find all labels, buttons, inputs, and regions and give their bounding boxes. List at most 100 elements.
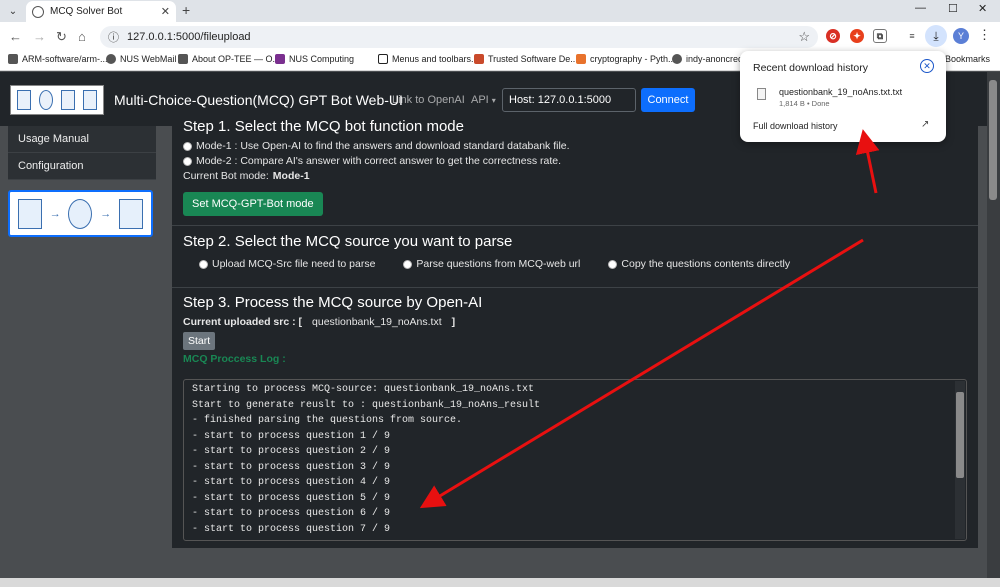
mode2-option[interactable]: Mode-2 : Compare AI's answer with correc… xyxy=(183,155,967,167)
app-logo[interactable] xyxy=(10,85,104,115)
log-line: - start to process question 4 / 9 xyxy=(192,477,391,488)
source-copy-option[interactable]: Copy the questions contents directly xyxy=(608,258,790,270)
bookmark-item[interactable]: NUS Computing xyxy=(275,54,354,64)
log-line: - start to process question 1 / 9 xyxy=(192,430,391,442)
caret-down-icon: ▾ xyxy=(491,96,496,105)
github-icon xyxy=(672,54,682,64)
step2-section: Step 2. Select the MCQ source you want t… xyxy=(172,226,978,288)
open-external-icon[interactable]: ↗ xyxy=(921,119,929,130)
page-scroll-thumb[interactable] xyxy=(989,80,997,200)
url-text: 127.0.0.1:5000/fileupload xyxy=(127,31,251,43)
site-favicon-icon xyxy=(32,5,44,18)
bookmark-item[interactable]: Trusted Software De... xyxy=(474,54,578,64)
bookmark-item[interactable]: NUS WebMail xyxy=(106,54,176,64)
browser-menu-icon[interactable]: ⋮ xyxy=(978,27,991,43)
forward-icon[interactable]: → xyxy=(33,29,46,44)
full-download-history-link[interactable]: Full download history xyxy=(753,121,838,131)
back-icon[interactable]: ← xyxy=(9,29,22,44)
extension-bolt-icon[interactable]: ✦ xyxy=(850,29,864,43)
close-popup-icon[interactable]: ✕ xyxy=(920,59,934,73)
reload-icon[interactable]: ↻ xyxy=(56,29,67,45)
tab-title: MCQ Solver Bot xyxy=(50,6,123,17)
source-copy-radio[interactable] xyxy=(608,259,618,269)
nav-link-openai[interactable]: Link to OpenAI xyxy=(392,94,465,106)
mode2-radio[interactable] xyxy=(183,156,192,166)
page-icon xyxy=(378,54,388,64)
logo-answers-icon xyxy=(61,90,75,110)
logo-bot-icon xyxy=(39,90,53,110)
current-src-value: questionbank_19_noAns.txt xyxy=(312,316,442,328)
log-line: - start to process question 5 / 9 xyxy=(192,492,391,504)
home-icon[interactable]: ⌂ xyxy=(78,29,86,44)
all-bookmarks[interactable]: Bookmarks xyxy=(945,54,990,64)
github-icon xyxy=(8,54,18,64)
close-window-icon[interactable]: ✕ xyxy=(978,2,987,15)
log-line: Start to generate reuslt to : questionba… xyxy=(192,399,541,411)
log-line: - finished parsing the questions from so… xyxy=(192,415,463,426)
site-info-icon[interactable]: ⓘ xyxy=(108,29,119,45)
browser-tab[interactable]: MCQ Solver Bot ✕ xyxy=(26,1,176,22)
process-log[interactable]: Starting to process MCQ-source: question… xyxy=(183,379,967,541)
nav-dropdown-api[interactable]: API ▾ xyxy=(471,94,496,106)
mode1-radio[interactable] xyxy=(183,141,192,151)
step3-title: Step 3. Process the MCQ source by Open-A… xyxy=(183,294,483,311)
log-line: - start to process question 6 / 9 xyxy=(192,508,391,519)
start-button[interactable]: Start xyxy=(183,332,216,350)
logo-test-sheet-icon xyxy=(17,90,31,110)
log-title: MCQ Proccess Log : xyxy=(183,353,286,365)
log-line: Starting to process MCQ-source: question… xyxy=(192,384,535,395)
log-line: - start to process question 2 / 9 xyxy=(192,446,391,457)
bookmark-item[interactable]: About OP-TEE — O... xyxy=(178,54,280,64)
bot-icon xyxy=(68,198,93,229)
sidebar-workflow-image: → → xyxy=(8,190,153,237)
extensions-puzzle-icon[interactable]: ⧉ xyxy=(873,29,887,43)
bookmark-item[interactable]: ARM-software/arm-... xyxy=(8,54,108,64)
window-bottom-edge xyxy=(0,578,1000,587)
tab-search-icon[interactable]: ⌄ xyxy=(4,2,22,20)
downloads-icon[interactable]: ⤓ xyxy=(925,25,947,47)
set-mode-button[interactable]: Set MCQ-GPT-Bot mode xyxy=(183,192,323,216)
downloaded-file-name[interactable]: questionbank_19_noAns.txt.txt xyxy=(779,87,902,97)
app-brand[interactable]: Multi-Choice-Question(MCQ) GPT Bot Web-U… xyxy=(114,92,403,108)
page-scrollbar[interactable] xyxy=(987,72,1000,587)
log-line: - start to process question 3 / 9 xyxy=(192,461,391,473)
arrow-icon: → xyxy=(49,207,61,220)
answers-icon xyxy=(119,198,144,229)
connect-button[interactable]: Connect xyxy=(641,88,695,112)
log-scroll-thumb[interactable] xyxy=(956,392,964,478)
source-url-radio[interactable] xyxy=(403,259,413,269)
arrow-icon: → xyxy=(100,207,112,220)
download-popup-title: Recent download history xyxy=(753,62,868,74)
nus-icon xyxy=(275,54,285,64)
address-bar[interactable]: ⓘ 127.0.0.1:5000/fileupload ☆ xyxy=(100,26,818,48)
file-icon xyxy=(757,88,766,100)
sidebar-item-usage-manual[interactable]: Usage Manual xyxy=(8,126,156,153)
sidebar-item-configuration[interactable]: Configuration xyxy=(8,153,156,180)
logo-result-icon xyxy=(83,90,97,110)
log-scrollbar[interactable] xyxy=(955,381,965,539)
webmail-icon xyxy=(106,54,116,64)
profile-avatar[interactable]: Y xyxy=(953,28,969,44)
current-src: Current uploaded src : [ questionbank_19… xyxy=(183,316,456,328)
downloaded-file-meta: 1,814 B • Done xyxy=(779,99,830,108)
bookmark-item[interactable]: Menus and toolbars... xyxy=(378,54,479,64)
extension-red-icon[interactable]: ⊘ xyxy=(826,29,840,43)
source-upload-option[interactable]: Upload MCQ-Src file need to parse xyxy=(199,258,375,270)
source-upload-radio[interactable] xyxy=(199,259,208,269)
page-icon xyxy=(474,54,484,64)
bookmark-item[interactable]: indy-anoncreds xyxy=(672,54,748,64)
log-line: - start to process question 7 / 9 xyxy=(192,523,391,535)
close-tab-icon[interactable]: ✕ xyxy=(161,5,170,18)
new-tab-icon[interactable]: + xyxy=(182,2,190,18)
bookmark-star-icon[interactable]: ☆ xyxy=(798,29,810,45)
host-input[interactable] xyxy=(502,88,636,112)
step2-title: Step 2. Select the MCQ source you want t… xyxy=(183,233,513,250)
media-controls-icon[interactable]: ≡ xyxy=(905,29,919,43)
bookmark-item[interactable]: cryptography - Pyth... xyxy=(576,54,676,64)
source-url-option[interactable]: Parse questions from MCQ-web url xyxy=(403,258,580,270)
maximize-icon[interactable]: ☐ xyxy=(948,2,958,15)
main-panel: Step 1. Select the MCQ bot function mode… xyxy=(172,118,978,548)
test-sheet-icon xyxy=(17,198,42,229)
page-icon xyxy=(576,54,586,64)
minimize-icon[interactable]: — xyxy=(915,2,926,14)
